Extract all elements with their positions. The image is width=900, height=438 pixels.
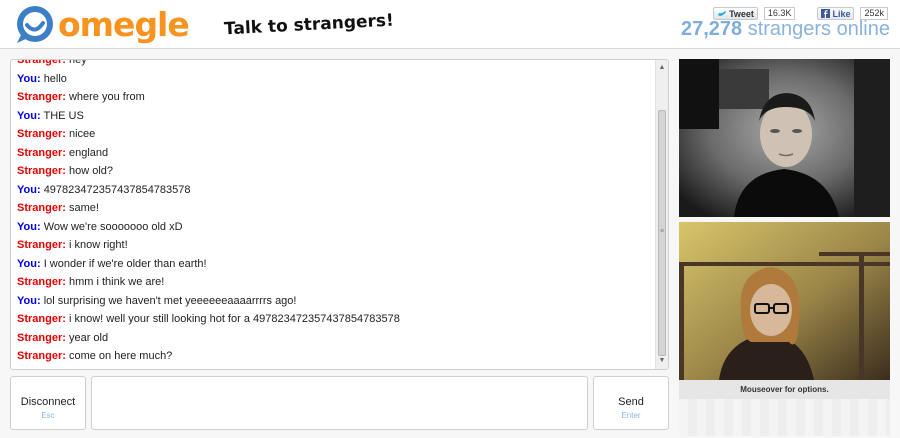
sender-stranger-label: Stranger: bbox=[17, 331, 66, 344]
send-hint: Enter bbox=[621, 411, 641, 420]
disconnect-button[interactable]: Disconnect Esc bbox=[10, 376, 86, 430]
sender-stranger-label: Stranger: bbox=[17, 276, 66, 288]
chat-message: Stranger: year old bbox=[17, 329, 652, 348]
message-text: hello bbox=[43, 72, 67, 85]
sender-stranger-label: Stranger: bbox=[17, 128, 66, 140]
message-text: england bbox=[68, 146, 109, 159]
message-text: hmm i think we are! bbox=[68, 276, 165, 288]
sender-stranger-label: Stranger: bbox=[17, 350, 66, 362]
send-label: Send bbox=[618, 396, 644, 408]
chat-message: You: hello bbox=[17, 70, 652, 89]
facebook-icon bbox=[821, 9, 831, 18]
sender-you-label: You: bbox=[17, 183, 41, 196]
scroll-up-arrow-icon[interactable]: ▲ bbox=[656, 62, 668, 74]
message-text: where you from bbox=[68, 91, 145, 103]
send-button[interactable]: Send Enter bbox=[593, 376, 669, 430]
message-text: how old? bbox=[68, 165, 114, 177]
sender-you-label: You: bbox=[17, 220, 41, 233]
sender-you-label: You: bbox=[17, 109, 41, 122]
logo-icon bbox=[17, 6, 53, 43]
tagline: Talk to strangers! bbox=[223, 10, 395, 40]
chat-message: You: 497823472357437854783578 bbox=[17, 181, 652, 200]
disconnect-label: Disconnect bbox=[20, 396, 76, 408]
self-webcam-image bbox=[679, 222, 890, 380]
message-text: nicee bbox=[68, 128, 96, 140]
sender-you-label: You: bbox=[17, 294, 41, 307]
chat-message: Stranger: same! bbox=[17, 199, 652, 218]
message-text: hey bbox=[68, 59, 87, 66]
online-count: 27,278 strangers online bbox=[681, 18, 890, 41]
sender-stranger-label: Stranger: bbox=[17, 59, 66, 66]
message-text: I wonder if we're older than earth! bbox=[43, 257, 207, 270]
online-number: 27,278 bbox=[680, 18, 743, 40]
sender-you-label: You: bbox=[17, 257, 41, 270]
chat-message: You: I wonder if we're older than earth! bbox=[17, 255, 652, 274]
chat-scrollbar[interactable]: ▲ ≡ ▼ bbox=[655, 60, 668, 369]
omegle-watermark-pattern bbox=[679, 399, 890, 436]
logo[interactable]: omegle bbox=[15, 5, 190, 45]
message-text: i know right! bbox=[68, 239, 128, 251]
chat-message: Stranger: hey bbox=[17, 59, 652, 70]
mouseover-hint: Mouseover for options. bbox=[679, 380, 890, 399]
sender-stranger-label: Stranger: bbox=[17, 313, 66, 325]
logo-text: omegle bbox=[58, 5, 190, 44]
message-text: i know! well your still looking hot for … bbox=[68, 313, 400, 325]
grip-icon: ≡ bbox=[660, 228, 665, 235]
chat-message: Stranger: hmm i think we are! bbox=[17, 273, 652, 292]
message-text: lol surprising we haven't met yeeeeeeaaa… bbox=[43, 294, 297, 307]
chat-message: Stranger: come on here much? bbox=[17, 347, 652, 366]
chat-message: Stranger: i know! well your still lookin… bbox=[17, 310, 652, 329]
tweet-label: Tweet bbox=[729, 8, 754, 19]
sender-stranger-label: Stranger: bbox=[17, 91, 66, 103]
chat-message: Stranger: i know right! bbox=[17, 236, 652, 255]
chat-log[interactable]: Stranger: hey You: hello Stranger: where y… bbox=[10, 59, 669, 370]
self-video[interactable] bbox=[679, 222, 890, 380]
sender-stranger-label: Stranger: bbox=[17, 239, 66, 251]
twitter-bird-icon bbox=[718, 10, 727, 16]
message-text: come on here much? bbox=[68, 350, 173, 362]
stranger-webcam-image bbox=[679, 59, 890, 217]
message-input[interactable] bbox=[91, 376, 588, 430]
stranger-video[interactable] bbox=[679, 59, 890, 217]
scrollbar-thumb[interactable]: ≡ bbox=[658, 110, 666, 356]
chat-message: You: Wow we're sooooooo old xD bbox=[17, 218, 652, 237]
sender-stranger-label: Stranger: bbox=[17, 202, 66, 214]
chat-message: Stranger: how old? bbox=[17, 162, 652, 181]
message-text: 497823472357437854783578 bbox=[43, 183, 191, 196]
sender-you-label: You: bbox=[17, 72, 41, 85]
header: omegle Talk to strangers! Tweet 16.3K Li… bbox=[0, 0, 900, 49]
chat-message: You: THE US bbox=[17, 107, 652, 126]
scroll-down-arrow-icon[interactable]: ▼ bbox=[656, 355, 668, 367]
sender-stranger-label: Stranger: bbox=[17, 165, 66, 177]
online-suffix: strangers online bbox=[747, 18, 890, 40]
message-list: Stranger: hey You: hello Stranger: where y… bbox=[17, 59, 652, 366]
message-text: same! bbox=[68, 202, 99, 214]
message-text: Wow we're sooooooo old xD bbox=[43, 220, 183, 233]
sender-stranger-label: Stranger: bbox=[17, 146, 66, 159]
like-label: Like bbox=[832, 8, 851, 19]
message-text: THE US bbox=[43, 109, 84, 122]
chat-message: Stranger: where you from bbox=[17, 88, 652, 107]
disconnect-hint: Esc bbox=[41, 411, 55, 420]
chat-message: Stranger: england bbox=[17, 144, 652, 163]
chat-message: Stranger: nicee bbox=[17, 125, 652, 144]
message-text: year old bbox=[68, 331, 109, 344]
chat-message: You: lol surprising we haven't met yeeee… bbox=[17, 292, 652, 311]
